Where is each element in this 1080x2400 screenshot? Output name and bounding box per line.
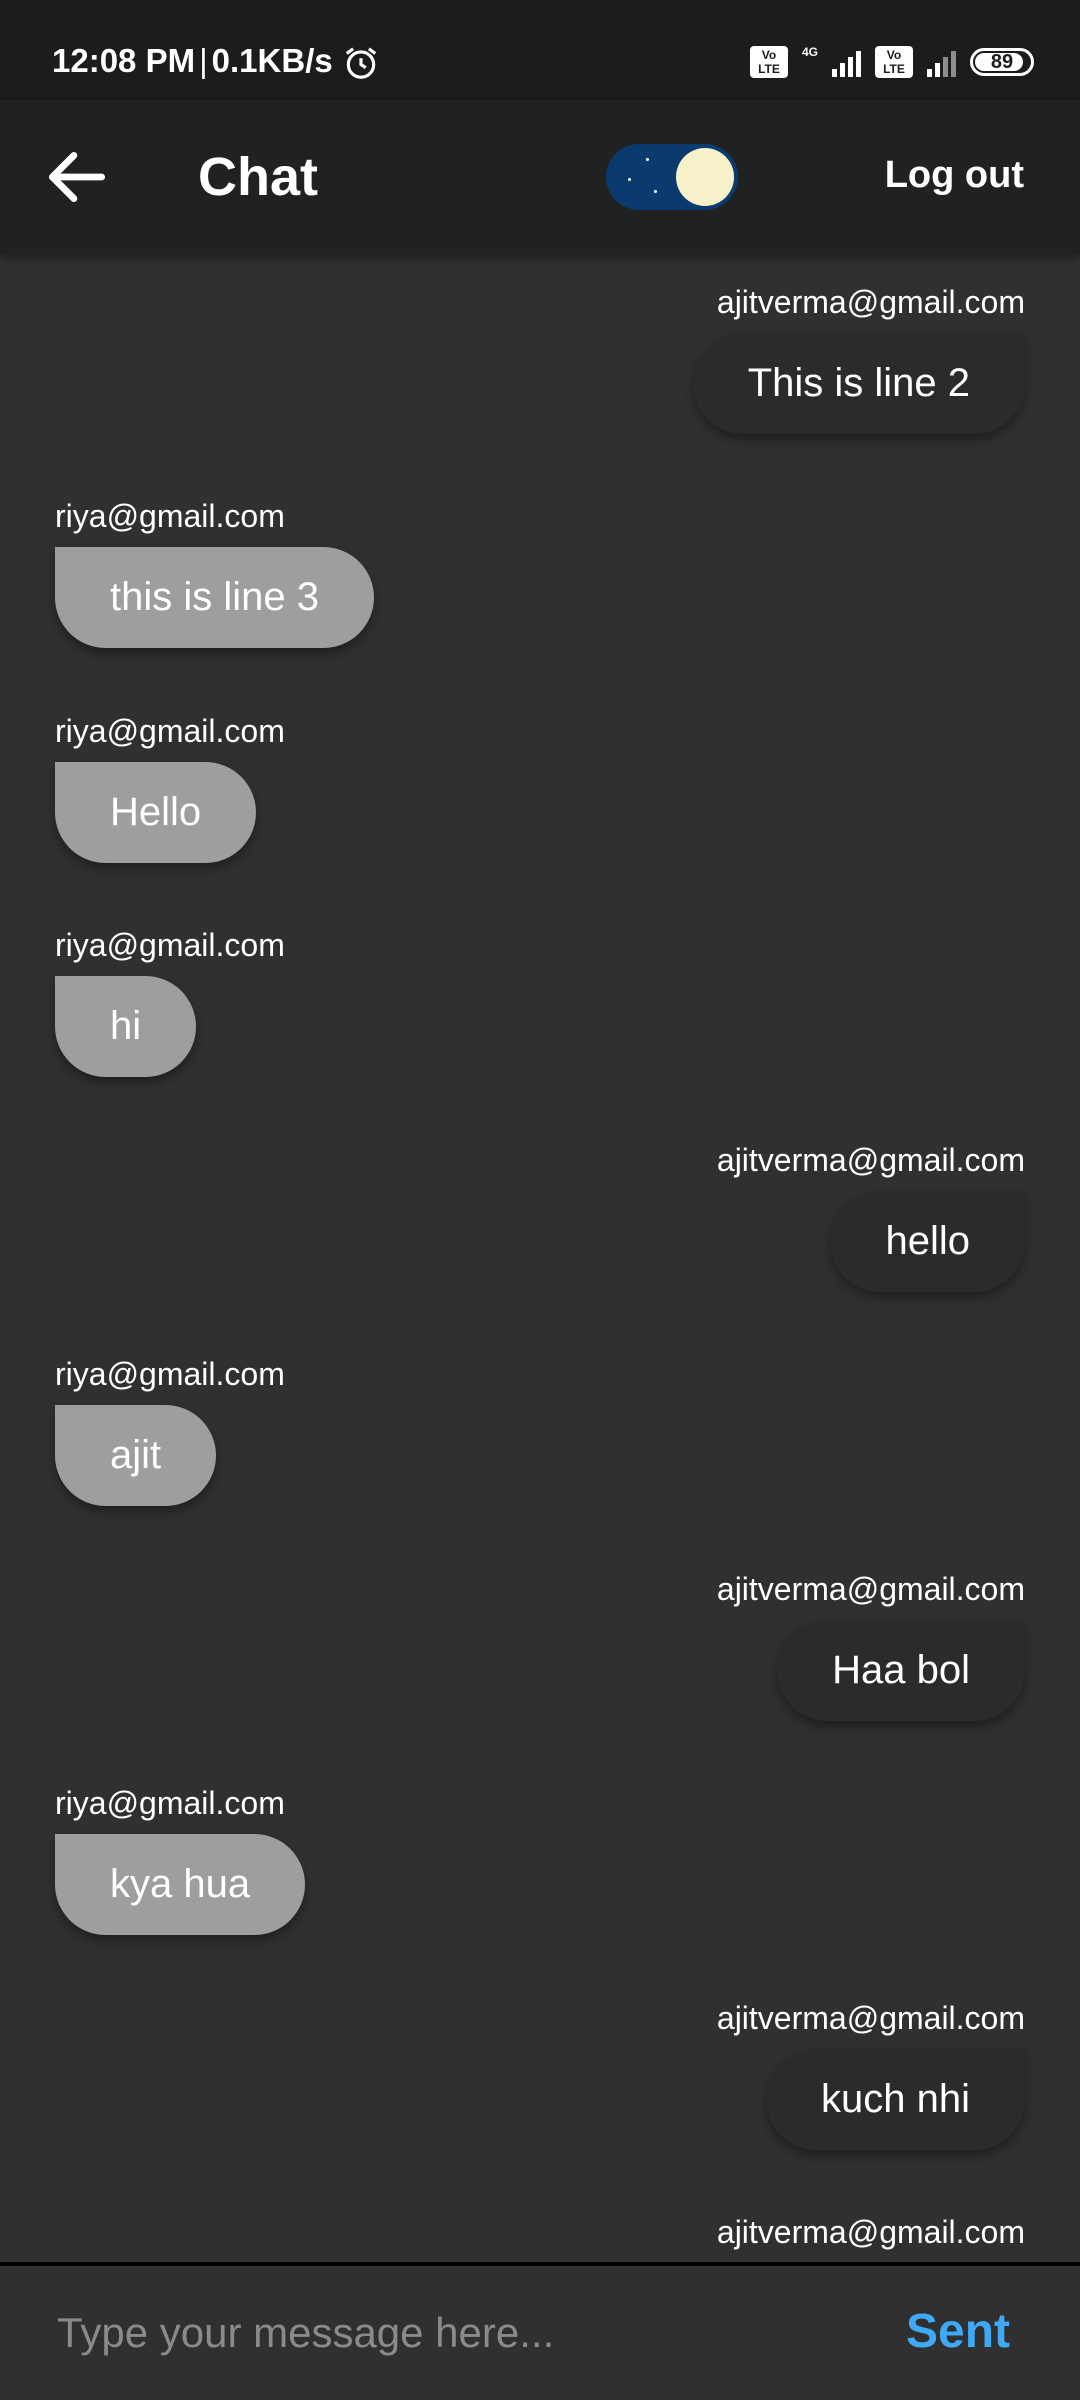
battery-icon: 89 xyxy=(970,48,1034,76)
message-item: ajitverma@gmail.com hello xyxy=(55,1142,1025,1292)
message-item: ajitverma@gmail.com Haa bol xyxy=(55,1571,1025,1721)
message-input[interactable] xyxy=(55,2292,859,2374)
message-sender: riya@gmail.com xyxy=(55,1356,285,1392)
star-icon xyxy=(646,158,649,161)
message-sender: ajitverma@gmail.com xyxy=(716,284,1025,320)
composer: Sent xyxy=(0,2266,1080,2400)
message-item: ajitverma@gmail.com xyxy=(55,2214,1025,2251)
message-item: ajitverma@gmail.com kuch nhi xyxy=(55,2000,1025,2150)
battery-level: 89 xyxy=(990,50,1014,73)
message-bubble[interactable]: kya hua xyxy=(55,1834,306,1935)
alarm-icon xyxy=(345,47,377,79)
message-sender: ajitverma@gmail.com xyxy=(716,1571,1025,1607)
message-sender: ajitverma@gmail.com xyxy=(716,2214,1025,2250)
page-title: Chat xyxy=(198,147,318,207)
status-time-block: 12:08 PM | 0.1KB/s xyxy=(52,42,333,80)
message-bubble[interactable]: This is line 2 xyxy=(692,333,1025,434)
logout-button[interactable]: Log out xyxy=(885,154,1024,197)
message-item: riya@gmail.com hi xyxy=(55,927,1025,1077)
status-separator: | xyxy=(199,42,208,79)
message-item: riya@gmail.com ajit xyxy=(55,1356,1025,1506)
message-bubble[interactable]: kuch nhi xyxy=(766,2049,1025,2150)
message-item: riya@gmail.com kya hua xyxy=(55,1785,1025,1935)
theme-toggle[interactable] xyxy=(606,144,738,210)
send-button[interactable]: Sent xyxy=(906,2304,1010,2359)
message-sender: ajitverma@gmail.com xyxy=(716,2000,1025,2036)
message-sender: riya@gmail.com xyxy=(55,498,285,534)
message-item: riya@gmail.com Hello xyxy=(55,713,1025,863)
back-arrow-icon[interactable] xyxy=(40,140,114,214)
message-bubble[interactable]: Haa bol xyxy=(777,1620,1025,1721)
message-bubble[interactable]: this is line 3 xyxy=(55,547,374,648)
message-bubble[interactable]: Hello xyxy=(55,762,257,863)
clock: 12:08 PM xyxy=(52,42,196,79)
volte-icon: Vo LTE xyxy=(749,46,788,78)
message-item: riya@gmail.com this is line 3 xyxy=(55,498,1025,648)
star-icon xyxy=(628,178,631,181)
status-indicators: Vo LTE 4G Vo LTE 89 xyxy=(749,44,1034,80)
status-bar: 12:08 PM | 0.1KB/s Vo LTE 4G Vo LTE 89 xyxy=(0,0,1080,100)
network-speed: 0.1KB/s xyxy=(211,42,333,79)
message-bubble[interactable]: hi xyxy=(55,976,197,1077)
moon-icon xyxy=(676,148,734,206)
message-sender: ajitverma@gmail.com xyxy=(716,1142,1025,1178)
message-sender: riya@gmail.com xyxy=(55,927,285,963)
message-sender: riya@gmail.com xyxy=(55,1785,285,1821)
message-item: ajitverma@gmail.com This is line 2 xyxy=(55,284,1025,434)
message-bubble[interactable]: ajit xyxy=(55,1405,217,1506)
message-bubble[interactable]: hello xyxy=(830,1191,1025,1292)
volte-icon-sim2: Vo LTE xyxy=(875,46,913,78)
message-list[interactable]: ajitverma@gmail.com This is line 2 riya@… xyxy=(0,254,1080,2262)
signal-icon xyxy=(832,47,861,77)
message-sender: riya@gmail.com xyxy=(55,713,285,749)
network-type: 4G xyxy=(801,45,818,59)
star-icon xyxy=(654,190,657,193)
app-bar: Chat Log out xyxy=(0,100,1080,254)
signal-icon-sim2 xyxy=(927,47,956,77)
